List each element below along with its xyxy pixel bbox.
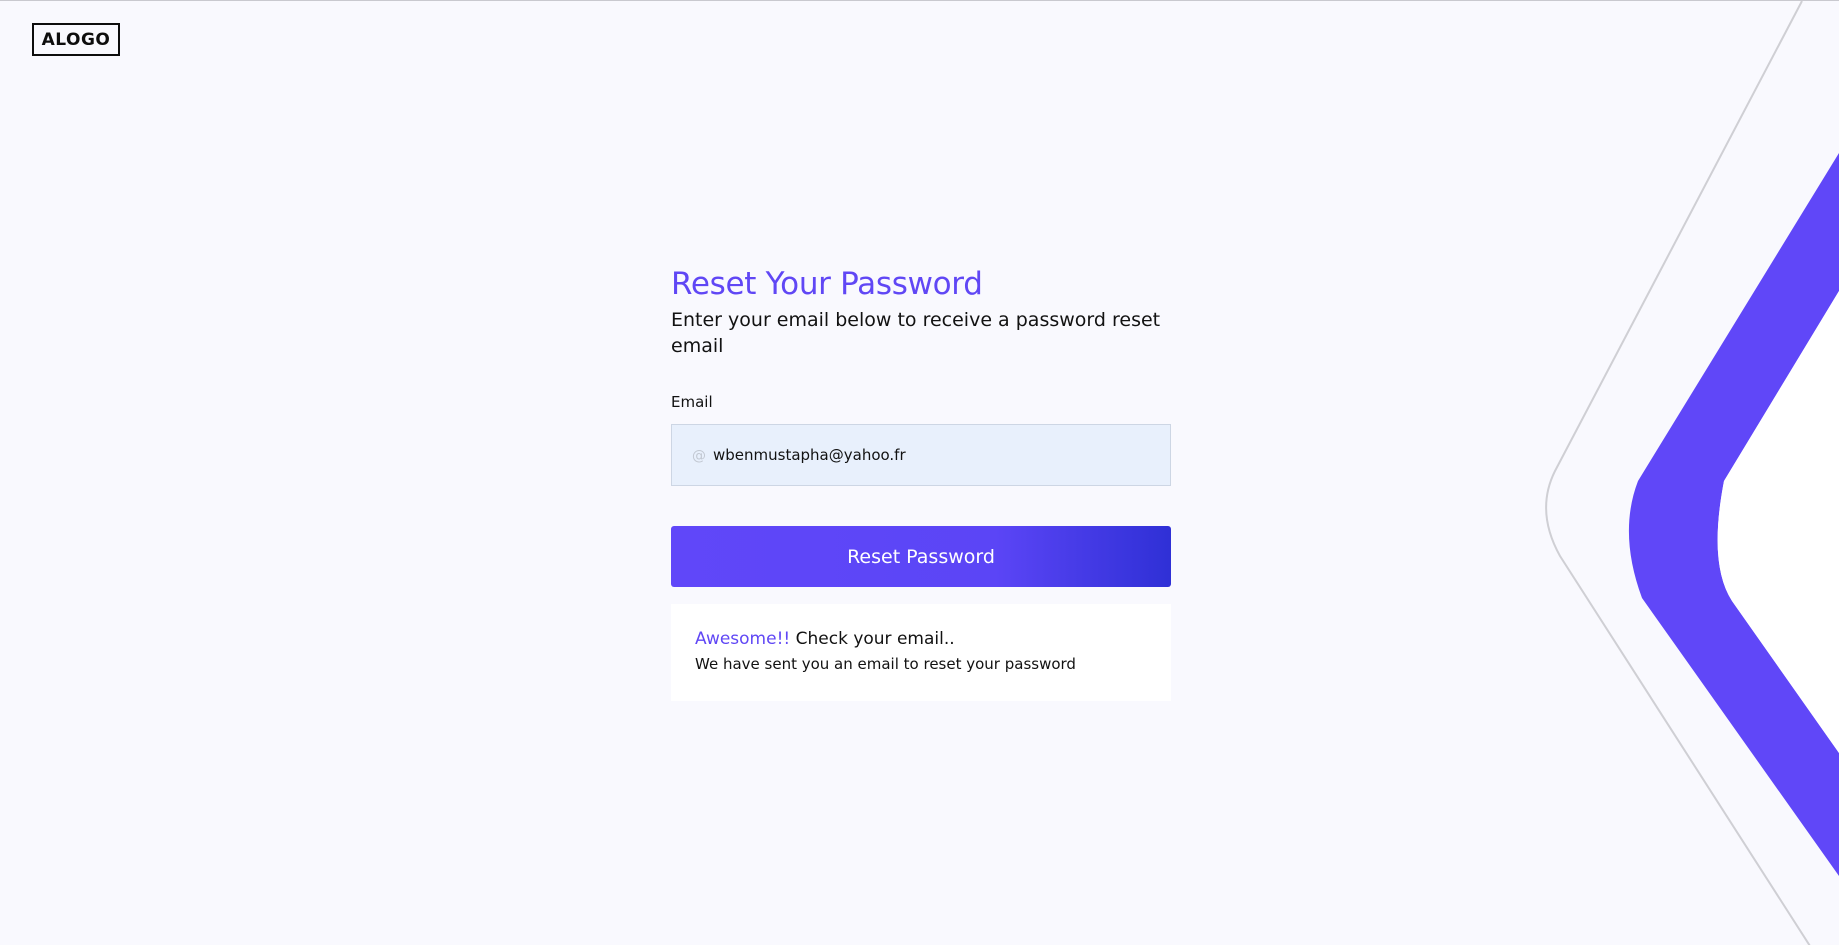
- chevron-decoration: [1545, 1, 1839, 945]
- email-field[interactable]: @: [671, 424, 1171, 486]
- reset-password-button[interactable]: Reset Password: [671, 526, 1171, 587]
- alert-accent: Awesome!!: [695, 629, 791, 649]
- alert-headline: Check your email..: [795, 629, 955, 649]
- at-icon: @: [692, 448, 706, 464]
- page-title: Reset Your Password: [671, 266, 983, 302]
- reset-password-form: Reset Your Password Enter your email bel…: [671, 263, 1171, 701]
- main-area: ALOGO Reset Your Password Enter your ema…: [0, 0, 1839, 945]
- alert-message: We have sent you an email to reset your …: [695, 655, 1076, 673]
- email-input[interactable]: [713, 446, 1153, 464]
- reset-password-button-label: Reset Password: [847, 545, 995, 568]
- logo-text: ALOGO: [41, 29, 111, 50]
- page-subtitle: Enter your email below to receive a pass…: [671, 309, 1161, 357]
- logo[interactable]: ALOGO: [32, 23, 120, 56]
- success-alert: Awesome!! Check your email.. We have sen…: [671, 604, 1171, 701]
- alert-headline-row: Awesome!! Check your email..: [695, 628, 1147, 650]
- page: ALOGO Reset Your Password Enter your ema…: [0, 0, 1839, 945]
- email-label: Email: [671, 393, 713, 411]
